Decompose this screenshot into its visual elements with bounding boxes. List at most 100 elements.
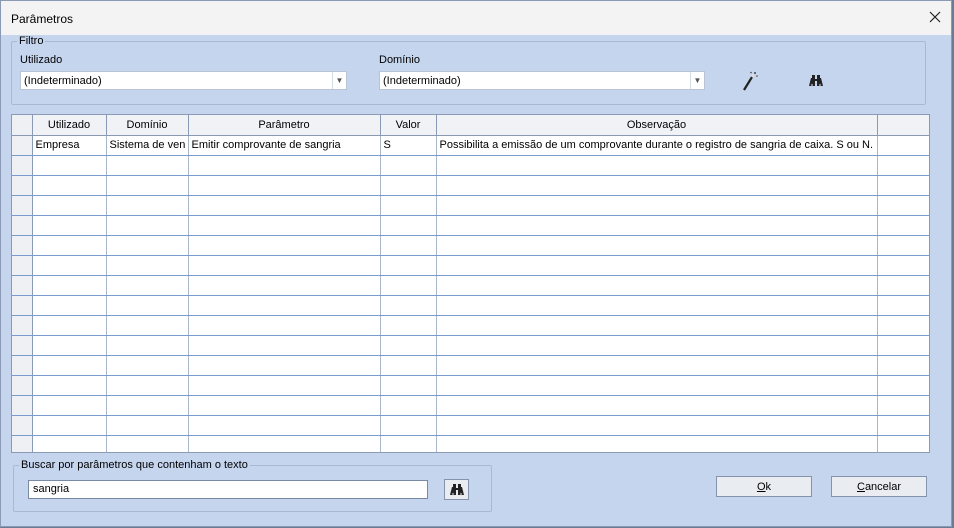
cell-dominio[interactable] — [106, 255, 189, 276]
table-row-empty[interactable] — [12, 415, 929, 436]
cell-parametro[interactable] — [188, 435, 381, 452]
cell-parametro[interactable] — [188, 235, 381, 256]
cell-valor[interactable] — [380, 175, 437, 196]
cell-observacao[interactable] — [436, 215, 878, 236]
dominio-select[interactable]: (Indeterminado) ▼ — [379, 71, 705, 90]
row-indicator[interactable] — [12, 255, 33, 276]
cell-observacao[interactable] — [436, 355, 878, 376]
cell-parametro[interactable] — [188, 255, 381, 276]
cell-parametro[interactable] — [188, 315, 381, 336]
column-header-parametro[interactable]: Parâmetro — [188, 115, 381, 136]
cell-parametro[interactable] — [188, 155, 381, 176]
cell-utilizado[interactable] — [32, 435, 107, 452]
cell-dominio[interactable] — [106, 375, 189, 396]
cell-observacao[interactable] — [436, 375, 878, 396]
row-indicator[interactable] — [12, 395, 33, 416]
cell-dominio[interactable] — [106, 195, 189, 216]
cell-dominio[interactable] — [106, 355, 189, 376]
table-row-empty[interactable] — [12, 275, 929, 296]
utilizado-select[interactable]: (Indeterminado) ▼ — [20, 71, 347, 90]
cell-observacao[interactable] — [436, 415, 878, 436]
cell-utilizado[interactable] — [32, 395, 107, 416]
cell-parametro[interactable] — [188, 415, 381, 436]
search-input[interactable]: sangria — [28, 480, 428, 499]
cell-utilizado[interactable] — [32, 255, 107, 276]
cell-observacao[interactable] — [436, 175, 878, 196]
cell-parametro[interactable] — [188, 375, 381, 396]
row-indicator[interactable] — [12, 295, 33, 316]
cell-observacao[interactable] — [436, 275, 878, 296]
cell-utilizado[interactable] — [32, 295, 107, 316]
row-indicator[interactable] — [12, 415, 33, 436]
cell-valor[interactable] — [380, 435, 437, 452]
cell-dominio[interactable] — [106, 275, 189, 296]
table-row-empty[interactable] — [12, 295, 929, 316]
cell-dominio[interactable] — [106, 435, 189, 452]
chevron-down-icon[interactable]: ▼ — [690, 72, 704, 89]
table-row-empty[interactable] — [12, 335, 929, 356]
cell-valor[interactable]: S — [380, 135, 437, 156]
row-indicator[interactable] — [12, 195, 33, 216]
table-row-empty[interactable] — [12, 175, 929, 196]
cell-utilizado[interactable] — [32, 175, 107, 196]
cell-valor[interactable] — [380, 195, 437, 216]
cell-utilizado[interactable] — [32, 275, 107, 296]
row-indicator[interactable] — [12, 135, 33, 156]
table-row-empty[interactable] — [12, 155, 929, 176]
cell-utilizado[interactable] — [32, 415, 107, 436]
row-indicator[interactable] — [12, 215, 33, 236]
cell-observacao[interactable] — [436, 335, 878, 356]
cell-parametro[interactable]: Emitir comprovante de sangria — [188, 135, 381, 156]
column-header-utilizado[interactable]: Utilizado — [32, 115, 107, 136]
cell-dominio[interactable] — [106, 235, 189, 256]
row-indicator[interactable] — [12, 375, 33, 396]
cell-parametro[interactable] — [188, 175, 381, 196]
clear-filter-button[interactable] — [739, 70, 761, 92]
row-indicator[interactable] — [12, 315, 33, 336]
cell-utilizado[interactable] — [32, 215, 107, 236]
table-row-empty[interactable] — [12, 395, 929, 416]
cell-utilizado[interactable]: Empresa — [32, 135, 107, 156]
cell-observacao[interactable] — [436, 315, 878, 336]
cell-valor[interactable] — [380, 335, 437, 356]
cell-parametro[interactable] — [188, 275, 381, 296]
table-row-empty[interactable] — [12, 215, 929, 236]
cell-parametro[interactable] — [188, 335, 381, 356]
table-row-empty[interactable] — [12, 375, 929, 396]
cell-valor[interactable] — [380, 275, 437, 296]
table-row-empty[interactable] — [12, 195, 929, 216]
cell-valor[interactable] — [380, 295, 437, 316]
row-indicator[interactable] — [12, 175, 33, 196]
table-row-empty[interactable] — [12, 315, 929, 336]
cell-dominio[interactable] — [106, 395, 189, 416]
cell-observacao[interactable] — [436, 235, 878, 256]
cell-dominio[interactable] — [106, 215, 189, 236]
cell-valor[interactable] — [380, 415, 437, 436]
cell-valor[interactable] — [380, 355, 437, 376]
close-button[interactable] — [925, 7, 945, 27]
parameters-grid[interactable]: Utilizado Domínio Parâmetro Valor Observ… — [11, 114, 930, 453]
cell-utilizado[interactable] — [32, 355, 107, 376]
row-indicator[interactable] — [12, 355, 33, 376]
cell-dominio[interactable] — [106, 335, 189, 356]
cell-utilizado[interactable] — [32, 335, 107, 356]
cell-parametro[interactable] — [188, 295, 381, 316]
ok-button[interactable]: Ok — [716, 476, 812, 497]
cell-valor[interactable] — [380, 155, 437, 176]
cell-dominio[interactable]: Sistema de ven — [106, 135, 189, 156]
cancel-button[interactable]: Cancelar — [831, 476, 927, 497]
row-indicator[interactable] — [12, 235, 33, 256]
cell-parametro[interactable] — [188, 195, 381, 216]
row-indicator[interactable] — [12, 435, 33, 452]
cell-valor[interactable] — [380, 215, 437, 236]
cell-observacao[interactable] — [436, 395, 878, 416]
cell-observacao[interactable]: Possibilita a emissão de um comprovante … — [436, 135, 878, 156]
chevron-down-icon[interactable]: ▼ — [332, 72, 346, 89]
cell-valor[interactable] — [380, 255, 437, 276]
column-header-valor[interactable]: Valor — [380, 115, 437, 136]
cell-utilizado[interactable] — [32, 235, 107, 256]
cell-dominio[interactable] — [106, 175, 189, 196]
cell-observacao[interactable] — [436, 255, 878, 276]
row-indicator[interactable] — [12, 275, 33, 296]
cell-utilizado[interactable] — [32, 315, 107, 336]
